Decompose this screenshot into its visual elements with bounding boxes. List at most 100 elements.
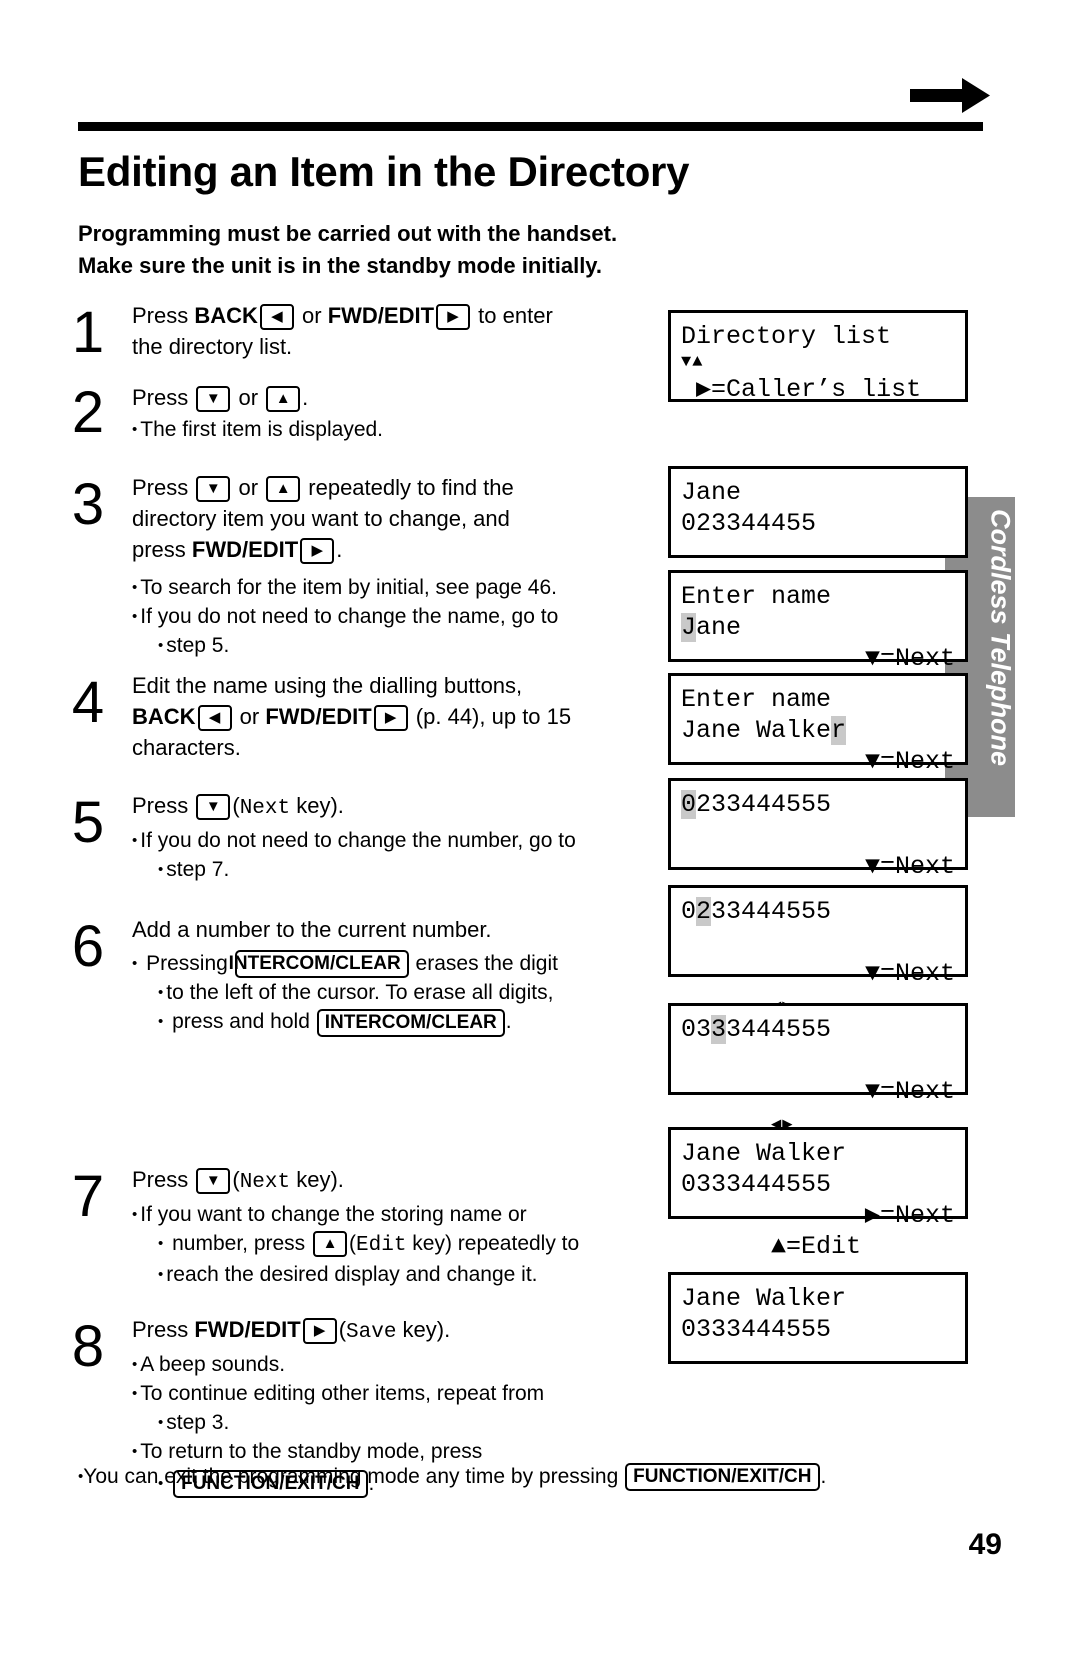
up-arrow-key-icon: ▲ [266,476,301,503]
right-arrow-key-icon: ▶ [302,1318,337,1345]
text: press [132,537,192,562]
lcd-next-label: ▼=Next [864,959,955,988]
lcd-row: Directory list [681,322,892,351]
bullet: Pressing INTERCOM/CLEAR erases the digit [132,949,660,979]
lcd-row: Jane [681,478,742,507]
right-glyph: ▶ [384,709,397,727]
lcd-next-label: ▼=Next [864,852,955,881]
step-number: 3 [71,472,105,537]
display-2: Jane 023344455 [668,466,968,558]
fwd-edit-label: FWD/EDIT [265,704,372,729]
step-number: 4 [71,670,105,735]
display-6: 0233444555 ◀▶ ▼=Next [668,885,968,1017]
step-3: 3 Press ▼ or ▲ repeatedly to find the di… [60,472,660,670]
text: key). [396,1317,451,1342]
bullet-continued: number, press ▲ (Edit key) repeatedly to [132,1229,660,1260]
step-5-bullets: If you do not need to change the number,… [132,826,660,884]
text: or [295,303,328,328]
fwd-edit-label: FWD/EDIT [191,537,299,562]
lcd-next-label: ▶=Next [864,1201,955,1230]
lcd-row-cursor: Jane [681,612,955,643]
subtitle-line-1: Programming must be carried out with the… [78,221,618,246]
cursor-char: J [681,613,697,642]
step-number: 5 [71,790,105,855]
next-key-name: Next [239,797,291,820]
function-exit-ch-key: FUNCTION/EXIT/CH [625,1463,820,1492]
bullet-continued: step 7. [132,855,660,884]
text: 3444555 [726,1015,832,1044]
lcd-row: Enter name [681,582,832,611]
cursor-char: r [831,716,847,745]
text: Press [132,303,195,328]
right-arrow-key-icon: ▶ [373,705,408,732]
intercom-clear-key: INTERCOM/CLEAR [229,950,409,979]
lcd-row: 023344455 [681,509,817,538]
down-arrow-key-icon: ▼ [196,386,231,413]
paren-open: ( [338,1317,347,1342]
step-number: 2 [71,380,105,445]
page-number: 49 [968,1528,1002,1561]
subtitle-line-2: Make sure the unit is in the standby mod… [78,253,603,278]
header-rule [78,122,983,131]
bullet-continued: to the left of the cursor. To erase all … [132,978,660,1007]
text: number, press [172,1232,312,1255]
lcd-row-cursor: 0333444555 [681,1014,955,1045]
step-4-line-2: BACK ◀ or FWD/EDIT ▶ (p. 44), up to 15 [132,701,660,732]
steps-list: 1 Press BACK ◀ or FWD/EDIT ▶ to enter the … [60,300,660,1514]
cursor-char: 0 [681,790,697,819]
down-arrow-key-icon: ▼ [196,1168,231,1195]
paren-open: ( [232,1167,240,1192]
lcd-row-softkeys: ◀▶ ▼=Next [681,851,955,910]
down-glyph: ▼ [205,798,221,816]
page-arrow-icon [910,78,990,114]
left-arrow-key-icon: ◀ [197,705,232,732]
bullet: If you want to change the storing name o… [132,1200,660,1229]
text: key). [290,1167,344,1192]
lcd-row-blank [681,820,955,851]
text: press and hold [172,1010,316,1034]
left-arrow-key-icon: ◀ [259,304,294,331]
display-1: Directory list ▼▲ ▶=Caller’s list [668,310,968,404]
text: erases the digit [409,952,558,975]
step-6-bullets: Pressing INTERCOM/CLEAR erases the digit… [132,949,660,1037]
lcd-row-softkeys: ◀▶ ▼=Next [681,958,955,1017]
lcd-edit-label: ▲=Edit [771,1232,862,1261]
up-glyph: ▲ [322,1235,338,1253]
paren-open: ( [232,793,240,818]
step-2-bullets: The first item is displayed. [132,415,660,444]
step-3-line-1: Press ▼ or ▲ repeatedly to find the [132,472,660,503]
text: or [232,475,265,500]
bullet: A beep sounds. [132,1350,660,1379]
left-glyph: ◀ [271,308,283,326]
page-title: Editing an Item in the Directory [78,148,690,195]
text: or [233,704,266,729]
text: You can exit the programming mode any ti… [83,1465,625,1488]
text: Press [132,793,195,818]
text: Press [132,385,195,410]
step-3-line-2: directory item you want to change, and [132,506,510,531]
bullet-continued: reach the desired display and change it. [132,1260,660,1289]
step-5-line-1: Press ▼ (Next key). [132,790,660,824]
text: . [820,1465,827,1488]
down-arrow-key-icon: ▼ [196,476,231,503]
lcd-row: 0333444555 [681,1170,832,1199]
cursor-char: 2 [696,897,712,926]
step-7-line-1: Press ▼ (Next key). [132,1164,660,1198]
text: ane [696,613,742,642]
display-5: 0233444555 ◀▶ ▼=Next [668,778,968,910]
text: 0 [681,897,697,926]
bullet-continued: step 5. [132,631,660,660]
lcd-row-softkeys: ▲=Edit ▶=Next [681,1200,955,1261]
text: . [505,1010,512,1034]
text: 233444555 [696,790,832,819]
bullet-continued: press and hold INTERCOM/CLEAR. [132,1007,660,1037]
text: . [336,537,343,562]
step-2: 2 Press ▼ or ▲. The first item is displa… [60,382,660,472]
step-1: 1 Press BACK ◀ or FWD/EDIT ▶ to enter the … [60,300,660,382]
lcd-row-cursor: 0233444555 [681,896,955,927]
lcd-row-softkeys: ◀▶ ▼=Next [681,1076,955,1135]
intercom-clear-key: INTERCOM/CLEAR [316,1008,505,1037]
step-2-line-1: Press ▼ or ▲. [132,382,660,413]
back-label: BACK [132,704,196,729]
side-tab-label: Cordless Telephone [985,508,1016,767]
